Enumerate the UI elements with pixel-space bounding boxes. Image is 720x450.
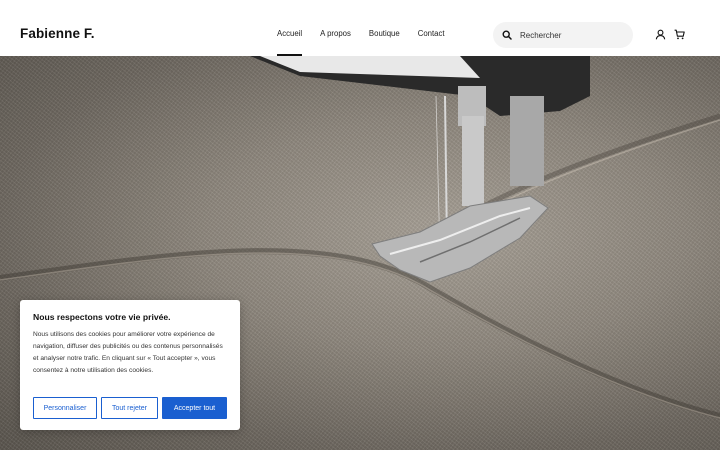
cookie-banner-text: Nous utilisons des cookies pour améliore… — [33, 331, 223, 374]
main-nav: Accueil A propos Boutique Contact — [268, 0, 454, 56]
reject-all-button[interactable]: Tout rejeter — [101, 397, 158, 419]
cart-icon[interactable] — [674, 29, 685, 40]
nav-item-accueil[interactable]: Accueil — [268, 0, 311, 56]
account-icon[interactable] — [655, 29, 666, 40]
site-logo[interactable]: Fabienne F. — [20, 25, 95, 43]
nav-item-boutique[interactable]: Boutique — [360, 0, 409, 56]
search-icon — [502, 30, 512, 40]
site-header: Fabienne F. Accueil A propos Boutique Co… — [0, 0, 720, 56]
search-input[interactable] — [520, 30, 620, 40]
accept-all-button[interactable]: Accepter tout — [162, 397, 227, 419]
personalize-button[interactable]: Personnaliser — [33, 397, 97, 419]
cookie-banner-title: Nous respectons votre vie privée. — [33, 312, 171, 322]
cookie-banner: Nous respectons votre vie privée. Nous u… — [20, 300, 240, 430]
nav-item-a-propos[interactable]: A propos — [311, 0, 360, 56]
cookie-banner-actions: Personnaliser Tout rejeter Accepter tout — [33, 397, 227, 419]
search-box[interactable] — [493, 22, 633, 48]
nav-item-contact[interactable]: Contact — [409, 0, 454, 56]
